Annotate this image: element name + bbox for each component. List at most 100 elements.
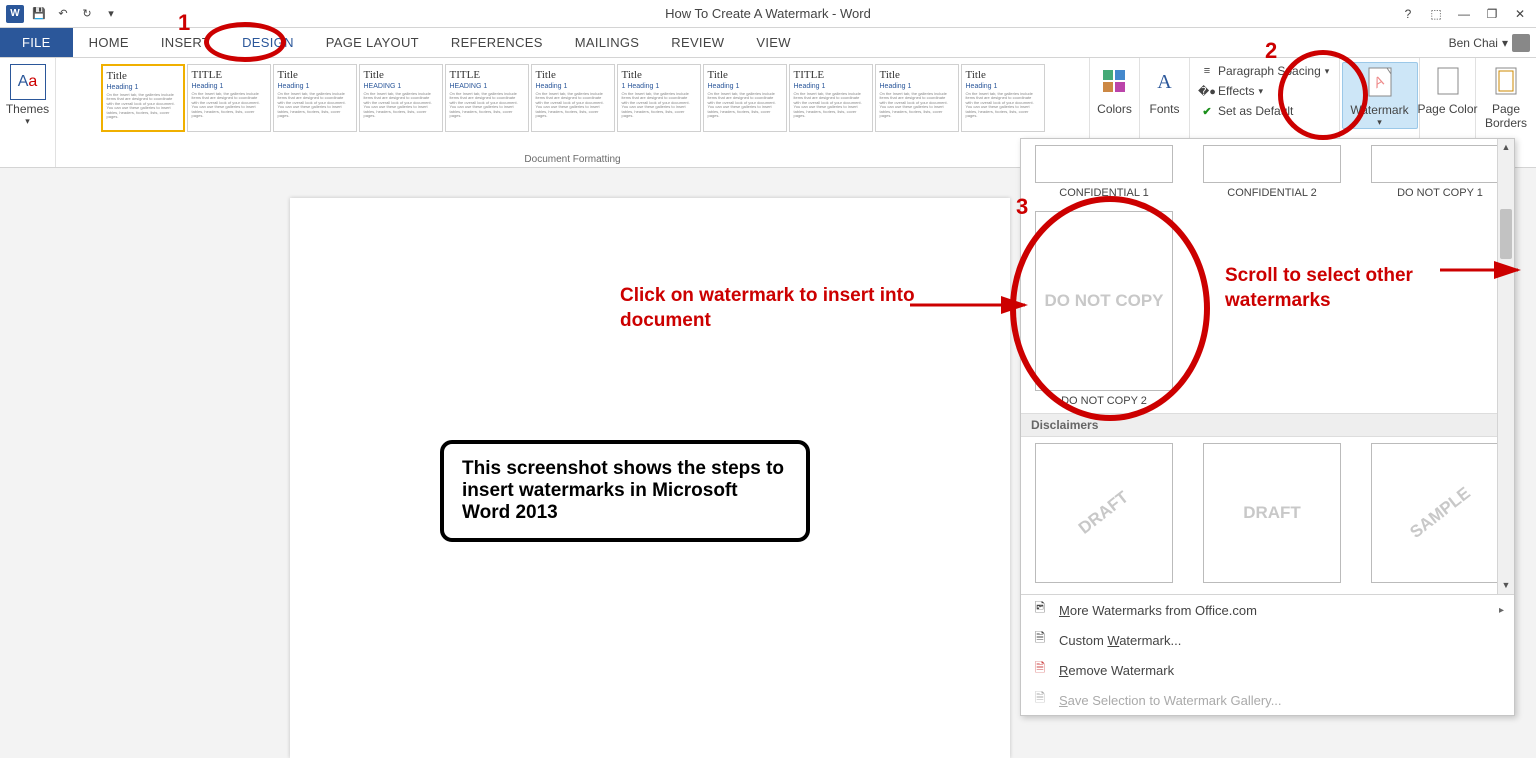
page-color-button[interactable]: Page Color	[1416, 62, 1480, 116]
watermark-menu: 🖻 More Watermarks from Office.com ▸ 🗎 Cu…	[1021, 594, 1514, 715]
qat-dropdown-icon[interactable]: ▾	[102, 5, 120, 23]
style-thumbnail[interactable]: TITLEHeading 1On the Insert tab, the gal…	[187, 64, 271, 132]
style-thumbnail[interactable]: TitleHeading 1On the Insert tab, the gal…	[531, 64, 615, 132]
scroll-down-icon[interactable]: ▼	[1498, 577, 1514, 594]
more-watermarks-item[interactable]: 🖻 More Watermarks from Office.com ▸	[1021, 595, 1514, 625]
menu-label: Save Selection to Watermark Gallery...	[1059, 693, 1282, 708]
watermark-item-confidential-1[interactable]: CONFIDENTIAL 1	[1035, 145, 1173, 199]
user-account[interactable]: Ben Chai ▾	[1449, 28, 1530, 57]
save-icon[interactable]: 💾	[30, 5, 48, 23]
effects-icon: �●	[1200, 84, 1214, 98]
office-icon: 🖻	[1031, 601, 1049, 619]
titlebar-right: ? ⬚ — ❐ ✕	[1396, 4, 1532, 24]
style-thumbnail[interactable]: TitleHeading 1On the Insert tab, the gal…	[101, 64, 185, 132]
watermark-thumb: DRAFT	[1203, 443, 1341, 583]
save-gallery-icon: 🗎	[1031, 691, 1049, 709]
tab-home[interactable]: HOME	[73, 28, 145, 57]
tab-design[interactable]: DESIGN	[226, 28, 310, 57]
menu-label: Custom Watermark...	[1059, 633, 1181, 648]
watermark-icon: A	[1364, 67, 1396, 99]
avatar	[1512, 34, 1530, 52]
remove-watermark-item[interactable]: 🗎 Remove Watermark	[1021, 655, 1514, 685]
style-thumbnail[interactable]: TitleHEADING 1On the Insert tab, the gal…	[359, 64, 443, 132]
document-formatting-group: TitleHeading 1On the Insert tab, the gal…	[56, 58, 1090, 167]
style-thumbnail[interactable]: TITLEHEADING 1On the Insert tab, the gal…	[445, 64, 529, 132]
watermark-caption: CONFIDENTIAL 1	[1035, 187, 1173, 199]
style-thumbnail[interactable]: TitleHeading 1On the Insert tab, the gal…	[703, 64, 787, 132]
themes-label: Themes	[5, 102, 51, 116]
minimize-icon[interactable]: —	[1452, 4, 1476, 24]
watermark-item-draft-2[interactable]: DRAFT	[1203, 443, 1341, 583]
watermark-row: DRAFT DRAFT SAMPLE	[1021, 437, 1514, 589]
tab-view[interactable]: VIEW	[740, 28, 806, 57]
watermark-item-draft-1[interactable]: DRAFT	[1035, 443, 1173, 583]
effects-button[interactable]: �● Effects ▾	[1196, 82, 1267, 100]
paragraph-spacing-icon: ≡	[1200, 64, 1214, 78]
page-color-label: Page Color	[1416, 102, 1480, 116]
titlebar: W 💾 ↶ ↻ ▾ How To Create A Watermark - Wo…	[0, 0, 1536, 28]
watermark-thumb-text: SAMPLE	[1406, 483, 1474, 542]
watermark-caption: DO NOT COPY 1	[1371, 187, 1509, 199]
watermark-scrollbar[interactable]: ▲ ▼	[1497, 139, 1514, 594]
watermark-thumb: SAMPLE	[1371, 443, 1509, 583]
watermark-label: Watermark	[1343, 103, 1417, 117]
menu-label: Remove Watermark	[1059, 663, 1174, 678]
chevron-down-icon: ▾	[1343, 117, 1417, 128]
ribbon-display-icon[interactable]: ⬚	[1424, 4, 1448, 24]
themes-button[interactable]: Aa Themes ▾	[5, 62, 51, 127]
fonts-icon: A	[1149, 66, 1181, 98]
watermark-item-sample[interactable]: SAMPLE	[1371, 443, 1509, 583]
help-icon[interactable]: ?	[1396, 4, 1420, 24]
scroll-up-icon[interactable]: ▲	[1498, 139, 1514, 156]
user-name: Ben Chai	[1449, 36, 1498, 50]
style-thumbnail[interactable]: TitleHeading 1On the Insert tab, the gal…	[961, 64, 1045, 132]
chevron-down-icon: ▾	[1325, 66, 1330, 77]
watermark-gallery-panel: CONFIDENTIAL 1 CONFIDENTIAL 2 DO NOT COP…	[1020, 138, 1515, 716]
custom-watermark-item[interactable]: 🗎 Custom Watermark...	[1021, 625, 1514, 655]
tab-file[interactable]: FILE	[0, 28, 73, 57]
style-thumbnail[interactable]: Title1 Heading 1On the Insert tab, the g…	[617, 64, 701, 132]
tab-references[interactable]: REFERENCES	[435, 28, 559, 57]
tab-mailings[interactable]: MAILINGS	[559, 28, 656, 57]
paragraph-spacing-label: Paragraph Spacing	[1218, 64, 1321, 78]
watermark-thumb	[1035, 145, 1173, 183]
quick-access-toolbar: W 💾 ↶ ↻ ▾	[0, 5, 120, 23]
redo-icon[interactable]: ↻	[78, 5, 96, 23]
ribbon-tabs: FILE HOME INSERT DESIGN PAGE LAYOUT REFE…	[0, 28, 1536, 58]
restore-icon[interactable]: ❐	[1480, 4, 1504, 24]
style-thumbnail[interactable]: TitleHeading 1On the Insert tab, the gal…	[875, 64, 959, 132]
watermark-thumb	[1371, 145, 1509, 183]
watermark-thumb-text: DO NOT COPY	[1044, 291, 1163, 311]
effects-label: Effects	[1218, 84, 1254, 98]
page-borders-label: Page Borders	[1474, 102, 1536, 130]
watermark-caption: CONFIDENTIAL 2	[1203, 187, 1341, 199]
watermark-button[interactable]: A Watermark ▾	[1342, 62, 1418, 129]
tab-page-layout[interactable]: PAGE LAYOUT	[310, 28, 435, 57]
watermark-thumb-text: DRAFT	[1075, 487, 1133, 538]
watermark-item-do-not-copy-2[interactable]: DO NOT COPY DO NOT COPY 2	[1035, 211, 1173, 407]
watermark-item-confidential-2[interactable]: CONFIDENTIAL 2	[1203, 145, 1341, 199]
style-thumbnail[interactable]: TitleHeading 1On the Insert tab, the gal…	[273, 64, 357, 132]
paragraph-spacing-button[interactable]: ≡ Paragraph Spacing ▾	[1196, 62, 1333, 80]
window-title: How To Create A Watermark - Word	[665, 6, 871, 21]
set-as-default-button[interactable]: ✔ Set as Default	[1196, 102, 1297, 120]
submenu-arrow-icon: ▸	[1499, 605, 1504, 616]
scrollbar-thumb[interactable]	[1500, 209, 1512, 259]
page-borders-button[interactable]: Page Borders	[1474, 62, 1536, 130]
tab-review[interactable]: REVIEW	[655, 28, 740, 57]
fonts-button[interactable]: A Fonts	[1133, 62, 1197, 116]
watermark-thumb: DO NOT COPY	[1035, 211, 1173, 391]
user-dropdown-icon: ▾	[1502, 36, 1508, 50]
undo-icon[interactable]: ↶	[54, 5, 72, 23]
close-icon[interactable]: ✕	[1508, 4, 1532, 24]
watermark-item-do-not-copy-1[interactable]: DO NOT COPY 1	[1371, 145, 1509, 199]
check-icon: ✔	[1200, 104, 1214, 118]
colors-icon	[1099, 66, 1131, 98]
watermark-scroll-area: CONFIDENTIAL 1 CONFIDENTIAL 2 DO NOT COP…	[1021, 139, 1514, 594]
save-selection-item: 🗎 Save Selection to Watermark Gallery...	[1021, 685, 1514, 715]
watermark-section-disclaimers: Disclaimers	[1021, 413, 1514, 437]
style-thumbnail[interactable]: TITLEHeading 1On the Insert tab, the gal…	[789, 64, 873, 132]
style-gallery[interactable]: TitleHeading 1On the Insert tab, the gal…	[99, 62, 1047, 134]
tab-insert[interactable]: INSERT	[145, 28, 226, 57]
watermark-row: DO NOT COPY DO NOT COPY 2	[1021, 205, 1514, 413]
